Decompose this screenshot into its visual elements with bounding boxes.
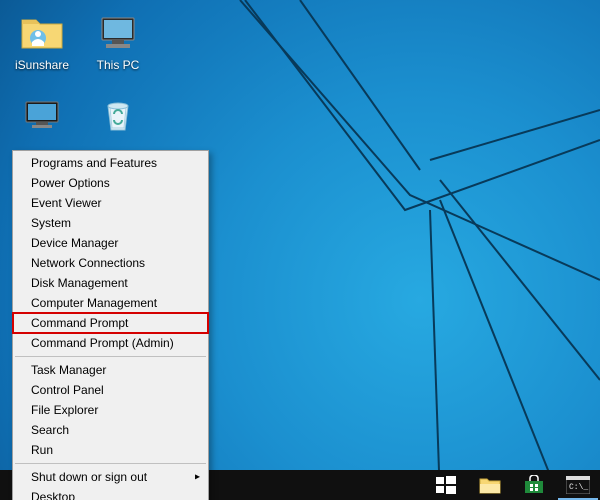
taskbar-file-explorer[interactable] <box>468 470 512 500</box>
context-menu-item[interactable]: Network Connections <box>13 253 208 273</box>
desktop-icon-label: iSunshare <box>8 58 76 72</box>
recycle-bin-icon <box>94 90 142 138</box>
desktop-icon-network[interactable] <box>8 90 76 140</box>
context-menu-item[interactable]: Computer Management <box>13 293 208 313</box>
context-menu-item[interactable]: Power Options <box>13 173 208 193</box>
svg-text:C:\_: C:\_ <box>569 483 588 492</box>
desktop-icon-isunshare[interactable]: iSunshare <box>8 8 76 72</box>
cmd-icon: C:\_ <box>566 476 590 494</box>
desktop-icon-recycle-bin[interactable] <box>84 90 152 140</box>
context-menu-item[interactable]: Control Panel <box>13 380 208 400</box>
taskbar-command-prompt[interactable]: C:\_ <box>556 470 600 500</box>
file-explorer-icon <box>479 475 501 495</box>
context-menu-item[interactable]: Device Manager <box>13 233 208 253</box>
context-menu-item[interactable]: Run <box>13 440 208 460</box>
context-menu-item[interactable]: Command Prompt (Admin) <box>13 333 208 353</box>
monitor-icon <box>18 90 66 138</box>
context-menu-item[interactable]: Desktop <box>13 487 208 500</box>
context-menu-divider <box>15 463 206 464</box>
desktop-icon-this-pc[interactable]: This PC <box>84 8 152 72</box>
context-menu-item[interactable]: Command Prompt <box>13 313 208 333</box>
context-menu-item[interactable]: Search <box>13 420 208 440</box>
context-menu-item[interactable]: System <box>13 213 208 233</box>
taskbar-store[interactable] <box>512 470 556 500</box>
desktop-wallpaper[interactable]: iSunshare This PC <box>0 0 600 500</box>
chevron-right-icon: ▸ <box>195 472 200 483</box>
desktop-icon-label: This PC <box>84 58 152 72</box>
start-button[interactable] <box>424 470 468 500</box>
computer-icon <box>94 8 142 56</box>
winx-context-menu: Programs and FeaturesPower OptionsEvent … <box>12 150 209 500</box>
context-menu-item[interactable]: File Explorer <box>13 400 208 420</box>
context-menu-item[interactable]: Task Manager <box>13 360 208 380</box>
context-menu-item[interactable]: Shut down or sign out▸ <box>13 467 208 487</box>
context-menu-divider <box>15 356 206 357</box>
store-icon <box>523 475 545 495</box>
context-menu-item[interactable]: Event Viewer <box>13 193 208 213</box>
context-menu-item[interactable]: Programs and Features <box>13 153 208 173</box>
context-menu-item[interactable]: Disk Management <box>13 273 208 293</box>
windows-logo-icon <box>436 475 456 495</box>
folder-icon <box>18 8 66 56</box>
